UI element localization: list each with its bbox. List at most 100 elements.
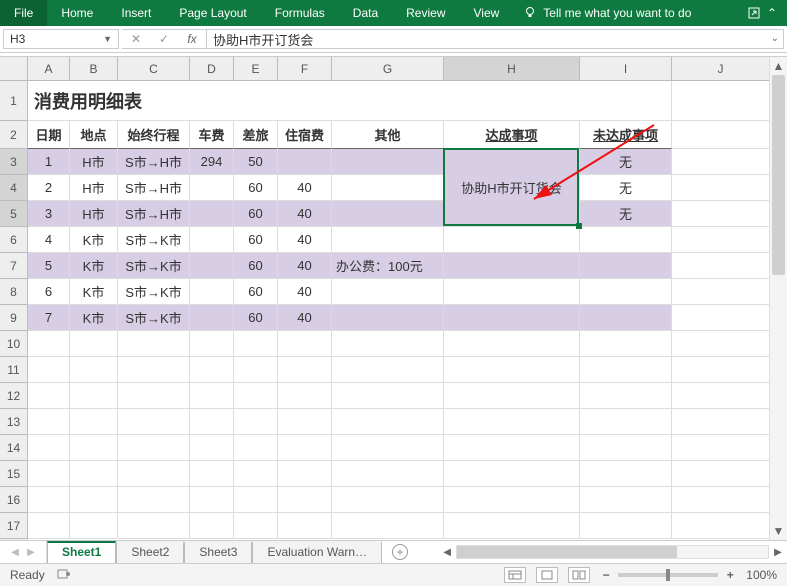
cell-G9[interactable]	[332, 305, 444, 331]
cell-bg[interactable]	[444, 435, 580, 461]
col-header-H[interactable]: H	[444, 57, 580, 81]
ribbon-tab-insert[interactable]: Insert	[107, 0, 165, 26]
sheet-tab-0[interactable]: Sheet1	[47, 541, 116, 563]
zoom-track[interactable]	[618, 573, 718, 577]
cell-bg[interactable]	[70, 487, 118, 513]
cell-F2[interactable]: 住宿费	[278, 121, 332, 149]
scroll-down-icon[interactable]: ▼	[770, 522, 787, 540]
cell-bg[interactable]	[672, 253, 770, 279]
cell-bg[interactable]	[278, 357, 332, 383]
cell-bg[interactable]	[234, 383, 278, 409]
cell-I5[interactable]: 无	[580, 201, 672, 227]
zoom-thumb[interactable]	[666, 569, 670, 581]
fx-button[interactable]: fx	[178, 30, 206, 48]
cell-A9[interactable]: 7	[28, 305, 70, 331]
cell-G5[interactable]	[332, 201, 444, 227]
cell-bg[interactable]	[672, 357, 770, 383]
cell-H7[interactable]	[444, 253, 580, 279]
cell-bg[interactable]	[672, 121, 770, 149]
cell-bg[interactable]	[278, 331, 332, 357]
col-header-J[interactable]: J	[672, 57, 770, 81]
vertical-scrollbar[interactable]: ▲ ▼	[769, 57, 787, 540]
cell-bg[interactable]	[70, 435, 118, 461]
cell-G4[interactable]	[332, 175, 444, 201]
formula-input[interactable]: 协助H市开订货会 ⌄	[207, 29, 784, 49]
zoom-in-button[interactable]: +	[724, 568, 736, 582]
chevron-down-icon[interactable]: ▼	[103, 34, 112, 44]
cell-G3[interactable]	[332, 149, 444, 175]
row-header-14[interactable]: 14	[0, 435, 28, 461]
cell-bg[interactable]	[70, 331, 118, 357]
col-header-E[interactable]: E	[234, 57, 278, 81]
cell-bg[interactable]	[278, 409, 332, 435]
cell-D8[interactable]	[190, 279, 234, 305]
horizontal-scrollbar[interactable]: ◀ ▶	[438, 541, 787, 563]
scroll-right-icon[interactable]: ▶	[769, 547, 787, 558]
cell-bg[interactable]	[672, 435, 770, 461]
cell-E5[interactable]: 60	[234, 201, 278, 227]
ribbon-tab-formulas[interactable]: Formulas	[261, 0, 339, 26]
cell-bg[interactable]	[672, 513, 770, 539]
cell-bg[interactable]	[190, 435, 234, 461]
cell-A3[interactable]: 1	[28, 149, 70, 175]
row-header-13[interactable]: 13	[0, 409, 28, 435]
ribbon-tab-pagelayout[interactable]: Page Layout	[165, 0, 260, 26]
cell-bg[interactable]	[118, 435, 190, 461]
cell-bg[interactable]	[672, 461, 770, 487]
cell-bg[interactable]	[118, 357, 190, 383]
cell-C7[interactable]: S市→K市	[118, 253, 190, 279]
row-header-17[interactable]: 17	[0, 513, 28, 539]
cell-bg[interactable]	[580, 461, 672, 487]
select-all-corner[interactable]	[0, 57, 28, 81]
cell-E3[interactable]: 50	[234, 149, 278, 175]
cell-D9[interactable]	[190, 305, 234, 331]
cell-bg[interactable]	[190, 383, 234, 409]
add-sheet-button[interactable]: +	[382, 541, 418, 563]
row-header-2[interactable]: 2	[0, 121, 28, 149]
view-pagebreak-button[interactable]	[568, 567, 590, 583]
cell-bg[interactable]	[672, 487, 770, 513]
cell-F4[interactable]: 40	[278, 175, 332, 201]
cell-I8[interactable]	[580, 279, 672, 305]
cell-bg[interactable]	[190, 409, 234, 435]
cell-B6[interactable]: K市	[70, 227, 118, 253]
cell-I3[interactable]: 无	[580, 149, 672, 175]
sheet-tab-2[interactable]: Sheet3	[184, 541, 252, 563]
cell-bg[interactable]	[28, 435, 70, 461]
cell-I6[interactable]	[580, 227, 672, 253]
cell-bg[interactable]	[28, 383, 70, 409]
cell-I7[interactable]	[580, 253, 672, 279]
cell-bg[interactable]	[28, 331, 70, 357]
row-header-16[interactable]: 16	[0, 487, 28, 513]
cell-bg[interactable]	[332, 461, 444, 487]
cell-C5[interactable]: S市→H市	[118, 201, 190, 227]
cell-H9[interactable]	[444, 305, 580, 331]
cell-bg[interactable]	[190, 513, 234, 539]
cell-bg[interactable]	[580, 487, 672, 513]
col-header-I[interactable]: I	[580, 57, 672, 81]
cell-bg[interactable]	[580, 331, 672, 357]
cell-D5[interactable]	[190, 201, 234, 227]
view-pagelayout-button[interactable]	[536, 567, 558, 583]
cell-bg[interactable]	[118, 383, 190, 409]
tell-me[interactable]: Tell me what you want to do	[513, 0, 701, 26]
ribbon-tab-review[interactable]: Review	[392, 0, 459, 26]
sheet-tab-3[interactable]: Evaluation Warn…	[252, 541, 382, 563]
row-header-4[interactable]: 4	[0, 175, 28, 201]
row-header-1[interactable]: 1	[0, 81, 28, 121]
cell-bg[interactable]	[118, 513, 190, 539]
col-header-C[interactable]: C	[118, 57, 190, 81]
cell-bg[interactable]	[672, 227, 770, 253]
cell-bg[interactable]	[278, 487, 332, 513]
cell-bg[interactable]	[234, 409, 278, 435]
cell-bg[interactable]	[190, 487, 234, 513]
cell-bg[interactable]	[672, 175, 770, 201]
cell-bg[interactable]	[672, 201, 770, 227]
cell-F5[interactable]: 40	[278, 201, 332, 227]
cell-E4[interactable]: 60	[234, 175, 278, 201]
cell-F3[interactable]	[278, 149, 332, 175]
expand-formula-icon[interactable]: ⌄	[771, 33, 779, 44]
cell-bg[interactable]	[672, 305, 770, 331]
accept-formula-button[interactable]: ✓	[150, 30, 178, 48]
cell-bg[interactable]	[234, 461, 278, 487]
